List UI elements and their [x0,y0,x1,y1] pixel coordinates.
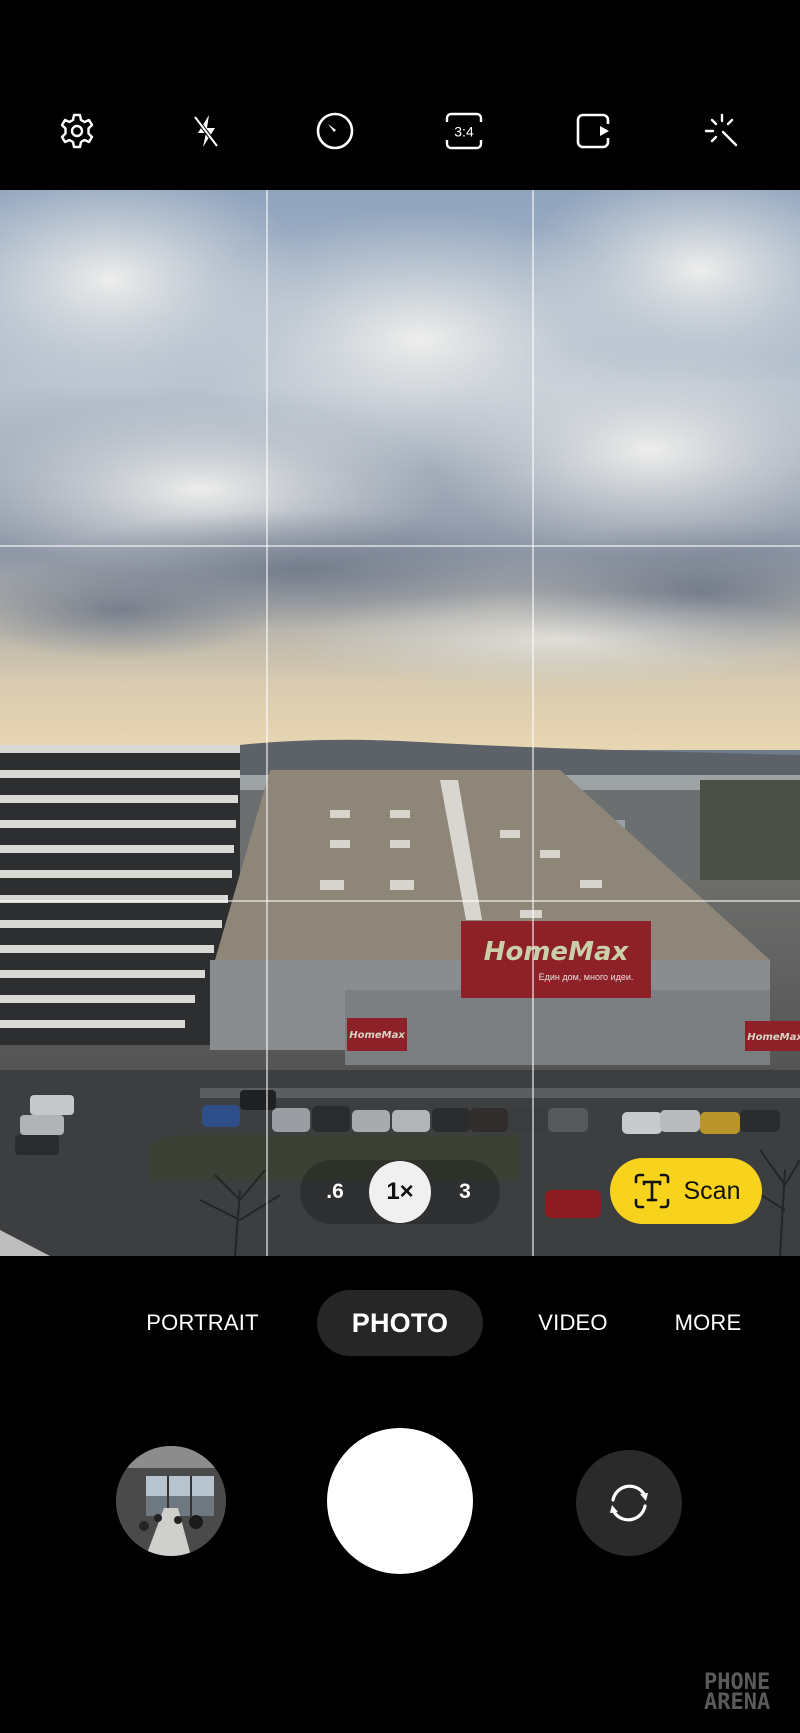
motion-photo-button[interactable] [569,107,617,155]
watermark-line-2: ARENA [704,1690,771,1715]
sign-brand-text: HomeMax [484,937,630,967]
mode-tab-portrait[interactable]: PORTRAIT [140,1290,265,1356]
grid-line-horizontal [0,900,800,902]
mode-tab-photo[interactable]: PHOTO [317,1290,483,1356]
sign-slogan-text: Един дом, много идеи. [539,972,634,982]
text-scan-icon [634,1173,669,1209]
gallery-preview-image [116,1446,226,1556]
filters-button[interactable] [698,107,746,155]
zoom-option-0-6x[interactable]: .6 [320,1160,350,1224]
grid-line-horizontal [0,545,800,547]
homemax-small-sign: HomeMax [347,1018,407,1051]
mode-tab-more[interactable]: MORE [665,1290,751,1356]
homemax-main-sign: HomeMax Един дом, много идеи. [461,921,651,998]
shutter-button[interactable] [327,1428,473,1574]
scan-text-button[interactable]: Scan [610,1158,762,1224]
aspect-ratio-button[interactable]: 3:4 [440,107,488,155]
aspect-ratio-label: 3:4 [454,124,474,140]
switch-camera-button[interactable] [576,1450,682,1556]
apartment-building [0,745,240,1045]
small-sign-brand-text-right: HomeMax [747,1032,800,1043]
camera-viewfinder[interactable]: HomeMax Един дом, много идеи. HomeMax Ho… [0,190,800,1256]
aspect-ratio-icon: 3:4 [445,112,483,150]
magic-wand-icon [704,113,738,147]
flash-off-icon [193,115,219,148]
camera-mode-bar: PORTRAIT PHOTO VIDEO MORE [0,1290,800,1360]
grid-line-vertical [266,190,268,1256]
top-toolbar: 3:4 [0,0,800,190]
motion-photo-icon [576,113,610,149]
switch-camera-icon [610,1484,648,1522]
gear-icon [60,113,94,149]
timer-icon [316,112,354,150]
zoom-option-3x[interactable]: 3 [450,1160,480,1224]
timer-button[interactable] [311,107,359,155]
phonearena-watermark: PHONE ARENA [704,1672,790,1715]
settings-button[interactable] [53,107,101,155]
camera-preview-scene: HomeMax Един дом, много идеи. HomeMax Ho… [0,190,800,1256]
flash-button[interactable] [182,107,230,155]
mode-tab-video[interactable]: VIDEO [530,1290,616,1356]
grid-line-vertical [532,190,534,1256]
scan-label: Scan [683,1176,741,1205]
gallery-thumbnail[interactable] [116,1446,226,1556]
zoom-selector: .6 1× 3 [300,1160,500,1224]
small-sign-brand-text: HomeMax [349,1030,405,1041]
homemax-small-sign-right: HomeMax [745,1021,800,1051]
zoom-option-1x[interactable]: 1× [369,1161,431,1223]
